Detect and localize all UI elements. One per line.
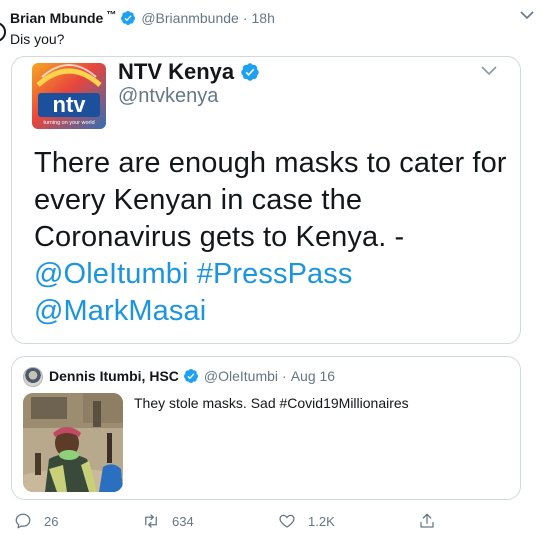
chevron-down-icon[interactable] bbox=[519, 8, 535, 22]
quoted-tweet[interactable]: Dennis Itumbi, HSC @OleItumbi · Aug 16 T… bbox=[11, 356, 521, 500]
hashtag-link: #PressPass bbox=[196, 258, 353, 290]
tweet-time[interactable]: 18h bbox=[252, 10, 275, 26]
ntv-account-handle: @ntvkenya bbox=[118, 85, 219, 107]
ntv-text-line: Coronavirus gets to Kenya. - bbox=[34, 221, 405, 253]
quoted-tweet-header: Dennis Itumbi, HSC @OleItumbi · Aug 16 bbox=[49, 368, 335, 384]
tweet-media-image[interactable]: ntv turning on your world NTV Kenya @ntv… bbox=[11, 56, 521, 344]
ntv-tweet-text: There are enough masks to cater for ever… bbox=[34, 145, 514, 330]
quoted-tweet-text: They stole masks. Sad #Covid19Millionair… bbox=[134, 395, 409, 411]
like-count: 1.2K bbox=[308, 513, 335, 529]
ntv-account-name-row: NTV Kenya bbox=[118, 59, 265, 85]
ntv-text-line: every Kenyan in case the bbox=[34, 184, 363, 216]
ntv-text-line: @MarkMasai bbox=[34, 293, 514, 330]
verified-badge-icon bbox=[241, 63, 259, 81]
share-icon bbox=[420, 513, 434, 528]
ntv-account-name: NTV Kenya bbox=[118, 59, 235, 84]
retweet-button[interactable]: 634 bbox=[142, 512, 194, 530]
quoted-tweet-photo[interactable] bbox=[23, 393, 123, 492]
quoted-tweet-date: Aug 16 bbox=[290, 368, 336, 384]
mention-link: @OleItumbi bbox=[34, 258, 189, 290]
reply-icon bbox=[15, 513, 31, 529]
ntv-text-line: There are enough masks to cater for bbox=[34, 147, 507, 179]
quoted-author-name: Dennis Itumbi, HSC bbox=[49, 368, 179, 384]
separator-dot: · bbox=[242, 10, 248, 26]
retweet-icon bbox=[145, 514, 157, 528]
verified-badge-icon bbox=[183, 369, 198, 383]
reply-button[interactable]: 26 bbox=[14, 512, 58, 530]
mention-link: @MarkMasai bbox=[34, 295, 207, 327]
reply-count: 26 bbox=[44, 513, 59, 529]
tweet-text: Dis you? bbox=[10, 31, 65, 47]
tweet-actions: 26 634 1.2K bbox=[0, 508, 549, 536]
author-handle[interactable]: @Brianmbunde bbox=[141, 10, 239, 26]
retweet-count: 634 bbox=[172, 513, 194, 529]
trademark-symbol: ™ bbox=[106, 9, 117, 21]
ntv-text-line: @OleItumbi #PressPass bbox=[34, 256, 514, 293]
chevron-down-icon bbox=[481, 66, 497, 76]
quoted-author-handle: @OleItumbi bbox=[203, 368, 279, 384]
verified-badge-icon bbox=[121, 11, 136, 25]
heart-icon bbox=[279, 514, 295, 528]
author-avatar[interactable] bbox=[0, 22, 6, 42]
share-button[interactable] bbox=[418, 512, 448, 530]
svg-text:ntv: ntv bbox=[53, 92, 87, 117]
svg-text:turning on your world: turning on your world bbox=[43, 120, 94, 126]
quoted-author-avatar bbox=[23, 367, 43, 387]
like-button[interactable]: 1.2K bbox=[278, 512, 335, 530]
author-name[interactable]: Brian Mbunde bbox=[10, 10, 103, 26]
ntv-logo: ntv turning on your world bbox=[32, 63, 106, 129]
tweet-header: Brian Mbunde ™ @Brianmbunde · 18h bbox=[10, 8, 535, 28]
separator-dot: · bbox=[282, 368, 287, 384]
